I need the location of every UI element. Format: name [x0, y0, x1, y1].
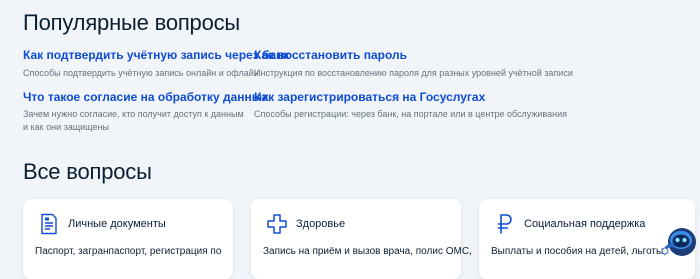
- ruble-icon: [497, 214, 512, 234]
- question-link-confirm-account[interactable]: Как подтвердить учётную запись через бан…: [23, 48, 289, 62]
- category-card-title: Здоровье: [296, 218, 346, 230]
- document-icon: [41, 213, 57, 235]
- category-card-desc: Паспорт, загранпаспорт, регистрация по: [35, 246, 222, 257]
- category-card-desc: Выплаты и пособия на детей, льготы,: [491, 246, 666, 257]
- all-questions-heading: Все вопросы: [23, 159, 152, 184]
- robot-assistant-icon[interactable]: [660, 222, 700, 262]
- question-desc-confirm-account: Способы подтвердить учётную запись онлай…: [23, 68, 259, 78]
- question-desc-restore-password: Инструкция по восстановлению пароля для …: [254, 68, 573, 78]
- category-card-health[interactable]: Здоровье Запись на приём и вызов врача, …: [251, 199, 472, 279]
- question-link-register[interactable]: Как зарегистрироваться на Госуслугах: [254, 90, 485, 104]
- category-card-title: Социальная поддержка: [524, 218, 646, 230]
- medical-cross-icon: [267, 214, 287, 234]
- question-desc-data-consent: Зачем нужно согласие, кто получит доступ…: [23, 109, 244, 132]
- popular-questions-heading: Популярные вопросы: [23, 10, 241, 35]
- category-card-personal-documents[interactable]: Личные документы Паспорт, загранпаспорт,…: [23, 199, 233, 279]
- question-link-data-consent[interactable]: Что такое согласие на обработку данных: [23, 90, 269, 104]
- question-desc-register: Способы регистрации: через банк, на порт…: [254, 109, 567, 119]
- category-card-desc: Запись на приём и вызов врача, полис ОМС…: [263, 246, 472, 257]
- question-link-restore-password[interactable]: Как восстановить пароль: [254, 48, 407, 62]
- category-card-title: Личные документы: [68, 218, 166, 230]
